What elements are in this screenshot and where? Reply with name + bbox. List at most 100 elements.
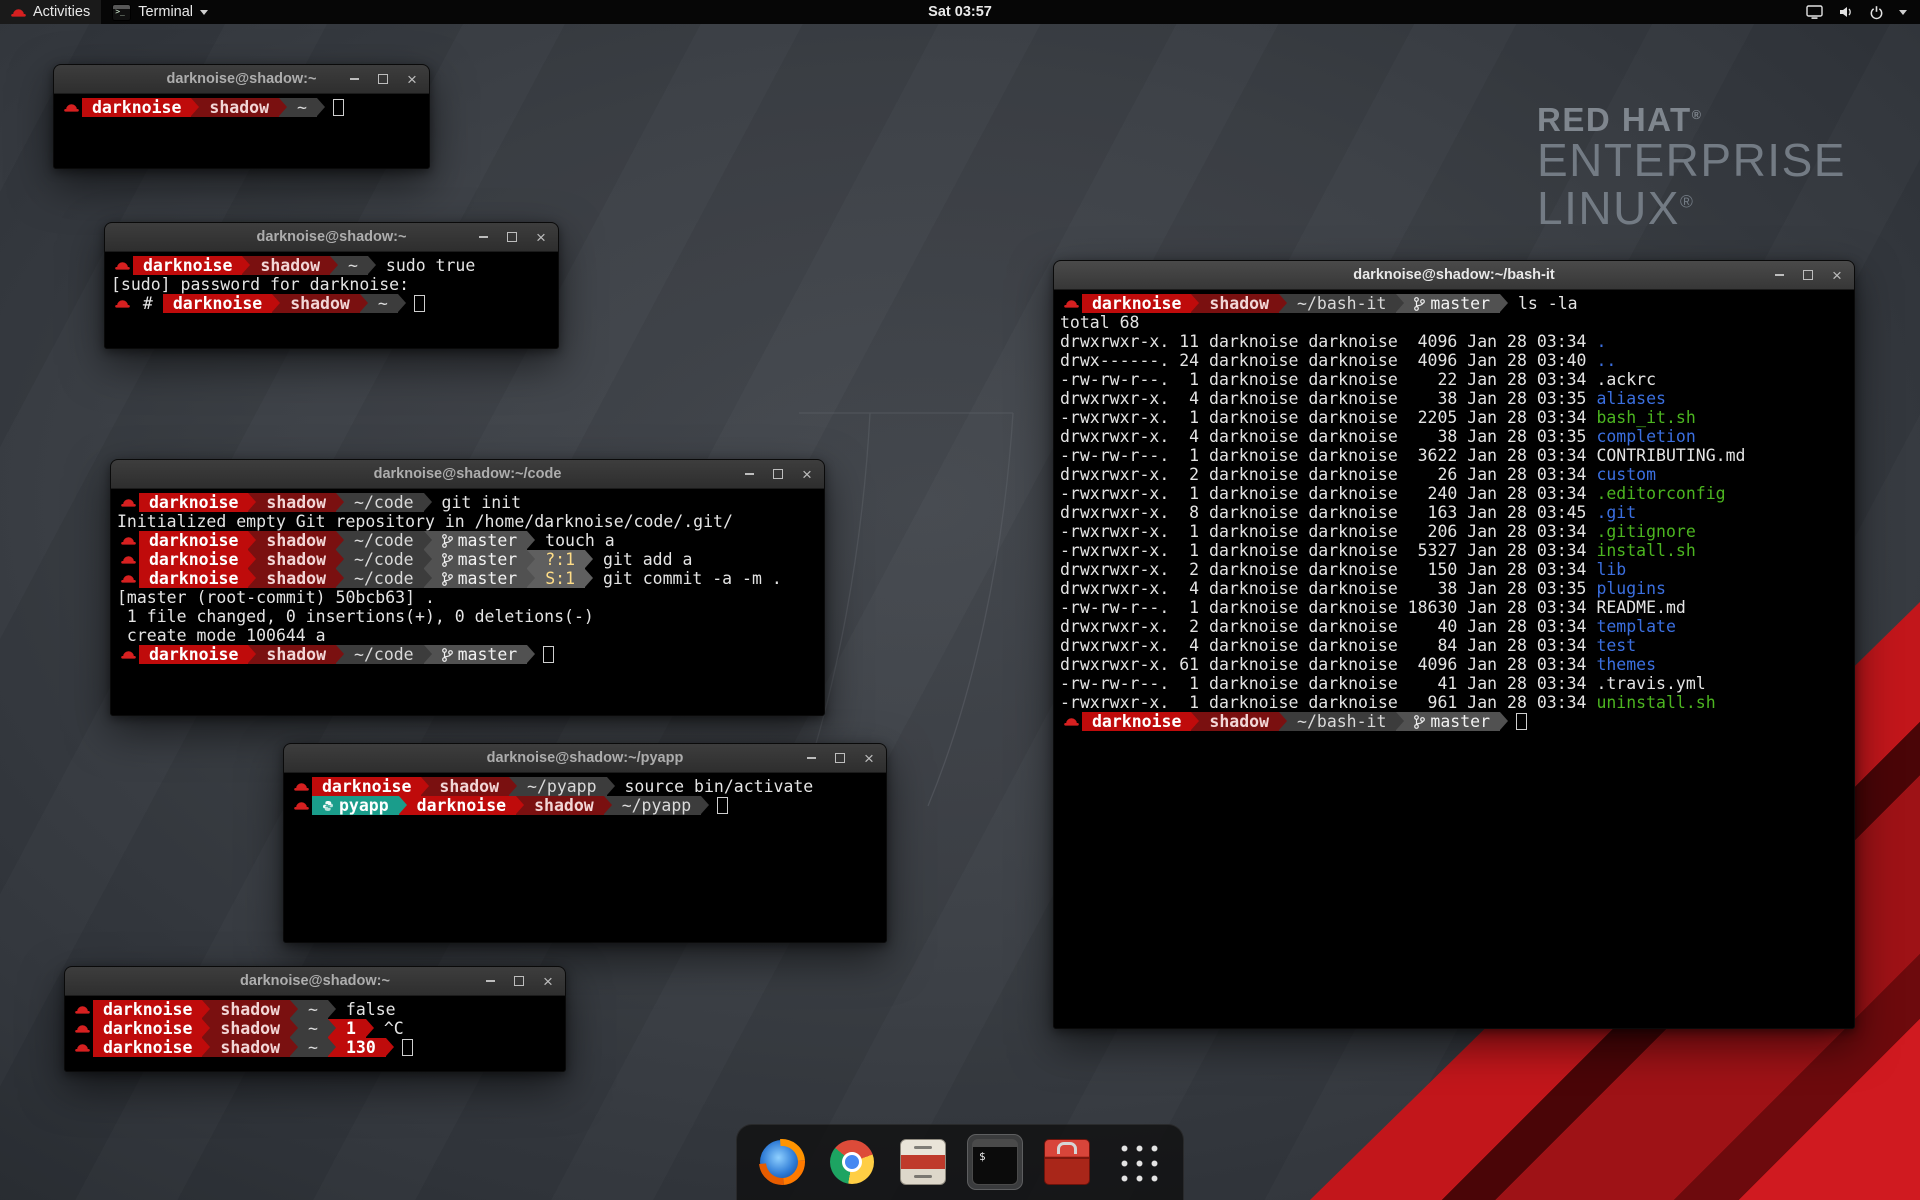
dock-firefox[interactable]	[755, 1135, 809, 1189]
redhat-prompt-icon	[1060, 712, 1082, 731]
dock-terminal[interactable]	[967, 1134, 1023, 1190]
prompt-segment: ~/code	[344, 645, 424, 664]
close-button[interactable]	[861, 750, 877, 766]
window-titlebar[interactable]: darknoise@shadow:~/pyapp	[284, 744, 886, 773]
system-status-area[interactable]	[1793, 0, 1920, 24]
powerline-arrow	[248, 569, 256, 588]
terminal-line: drwx------. 24 darknoise darknoise 4096 …	[1060, 351, 1854, 370]
terminal-text: source bin/activate	[615, 777, 814, 796]
prompt-segment: shadow	[256, 531, 336, 550]
top-bar: Activities Terminal Sat 03:57	[0, 0, 1920, 24]
minimize-button[interactable]	[803, 750, 819, 766]
minimize-button[interactable]	[475, 229, 491, 245]
maximize-button[interactable]	[511, 973, 527, 989]
window-controls	[1771, 261, 1845, 289]
clock[interactable]: Sat 03:57	[928, 4, 992, 20]
terminal-window-w6[interactable]: darknoise@shadow:~/bash-it darknoiseshado…	[1053, 260, 1855, 1029]
powerline-arrow	[202, 1019, 210, 1038]
window-title: darknoise@shadow:~	[257, 229, 407, 245]
terminal-body[interactable]: darknoiseshadow~/code git initInitialize…	[111, 489, 824, 664]
close-button[interactable]	[404, 71, 420, 87]
powerline-arrow	[317, 98, 325, 117]
maximize-button[interactable]	[1800, 267, 1816, 283]
terminal-line: -rw-rw-r--. 1 darknoise darknoise 18630 …	[1060, 598, 1854, 617]
powerline-arrow	[1396, 712, 1404, 731]
prompt-segment: darknoise	[312, 777, 421, 796]
close-button[interactable]	[799, 466, 815, 482]
dock-files[interactable]	[895, 1134, 951, 1190]
app-menu[interactable]: Terminal	[101, 0, 219, 24]
terminal-line: darknoiseshadow~/bash-itmaster ls -la	[1060, 294, 1854, 313]
maximize-button[interactable]	[832, 750, 848, 766]
minimize-button[interactable]	[1771, 267, 1787, 283]
terminal-text: drwxrwxr-x. 2 darknoise darknoise 40 Jan…	[1060, 617, 1596, 636]
powerline-arrow	[202, 1000, 210, 1019]
terminal-window-w1[interactable]: darknoise@shadow:~ darknoiseshadow~	[53, 64, 430, 169]
terminal-body[interactable]: darknoiseshadow~ falsedarknoiseshadow~1 …	[65, 996, 565, 1057]
dock-chrome[interactable]	[825, 1135, 879, 1189]
powerline-arrow	[290, 1000, 298, 1019]
powerline-arrow	[1191, 294, 1199, 313]
prompt-segment: darknoise	[139, 569, 248, 588]
terminal-body[interactable]: darknoiseshadow~	[54, 94, 429, 117]
terminal-text: CONTRIBUTING.md	[1596, 446, 1745, 465]
powerline-arrow	[248, 531, 256, 550]
terminal-text: drwxrwxr-x. 11 darknoise darknoise 4096 …	[1060, 332, 1596, 351]
prompt-segment: darknoise	[133, 256, 242, 275]
terminal-body[interactable]: darknoiseshadow~ sudo true[sudo] passwor…	[105, 252, 558, 313]
redhat-prompt-icon	[111, 294, 133, 313]
terminal-window-w5[interactable]: darknoise@shadow:~darknoiseshadow~ false…	[64, 966, 566, 1072]
close-button[interactable]	[540, 973, 556, 989]
activities-button[interactable]: Activities	[0, 0, 101, 24]
window-titlebar[interactable]: darknoise@shadow:~/code	[111, 460, 824, 489]
terminal-window-w4[interactable]: darknoise@shadow:~/pyappdarknoiseshadow~…	[283, 743, 887, 943]
terminal-line: darknoiseshadow~/codemaster touch a	[117, 531, 824, 550]
terminal-text: drwxrwxr-x. 4 darknoise darknoise 38 Jan…	[1060, 389, 1596, 408]
redhat-prompt-icon	[1060, 294, 1082, 313]
close-button[interactable]	[533, 229, 549, 245]
dock-toolbox[interactable]	[1039, 1134, 1095, 1190]
maximize-button[interactable]	[504, 229, 520, 245]
terminal-line: darknoiseshadow~/bash-itmaster	[1060, 712, 1854, 731]
close-button[interactable]	[1829, 267, 1845, 283]
powerline-arrow	[424, 531, 432, 550]
prompt-segment: ~/bash-it	[1287, 294, 1396, 313]
maximize-button[interactable]	[375, 71, 391, 87]
terminal-line: drwxrwxr-x. 61 darknoise darknoise 4096 …	[1060, 655, 1854, 674]
prompt-segment: ~/code	[344, 569, 424, 588]
terminal-window-w2[interactable]: darknoise@shadow:~ darknoiseshadow~ sudo …	[104, 222, 559, 349]
minimize-button[interactable]	[482, 973, 498, 989]
maximize-button[interactable]	[770, 466, 786, 482]
powerline-arrow	[191, 98, 199, 117]
terminal-line: drwxrwxr-x. 8 darknoise darknoise 163 Ja…	[1060, 503, 1854, 522]
terminal-body[interactable]: darknoiseshadow~/pyapp source bin/activa…	[284, 773, 886, 815]
powerline-arrow	[336, 493, 344, 512]
terminal-window-w3[interactable]: darknoise@shadow:~/codedarknoiseshadow~/…	[110, 459, 825, 716]
prompt-segment: master	[432, 569, 528, 588]
terminal-cursor	[1516, 713, 1527, 730]
window-titlebar[interactable]: darknoise@shadow:~	[105, 223, 558, 252]
terminal-line: drwxrwxr-x. 4 darknoise darknoise 38 Jan…	[1060, 389, 1854, 408]
prompt-segment: shadow	[210, 1038, 290, 1057]
terminal-line: darknoiseshadow~ false	[71, 1000, 565, 1019]
minimize-button[interactable]	[346, 71, 362, 87]
terminal-text: .ackrc	[1596, 370, 1656, 389]
terminal-text: -rw-rw-r--. 1 darknoise darknoise 3622 J…	[1060, 446, 1596, 465]
prompt-segment: shadow	[1199, 712, 1279, 731]
window-titlebar[interactable]: darknoise@shadow:~	[65, 967, 565, 996]
terminal-text: -rw-rw-r--. 1 darknoise darknoise 41 Jan…	[1060, 674, 1596, 693]
powerline-arrow	[509, 777, 517, 796]
dock-app-grid[interactable]	[1111, 1135, 1165, 1189]
window-titlebar[interactable]: darknoise@shadow:~/bash-it	[1054, 261, 1854, 290]
minimize-button[interactable]	[741, 466, 757, 482]
python-icon	[322, 800, 334, 812]
prompt-segment: darknoise	[139, 550, 248, 569]
terminal-body[interactable]: darknoiseshadow~/bash-itmaster ls -latot…	[1054, 290, 1854, 731]
window-titlebar[interactable]: darknoise@shadow:~	[54, 65, 429, 94]
terminal-line: darknoiseshadow~	[60, 98, 429, 117]
terminal-cursor	[543, 646, 554, 663]
redhat-prompt-icon	[71, 1019, 93, 1038]
git-branch-icon	[442, 553, 453, 567]
prompt-segment: ?:1	[535, 550, 585, 569]
prompt-segment: ~	[287, 98, 317, 117]
